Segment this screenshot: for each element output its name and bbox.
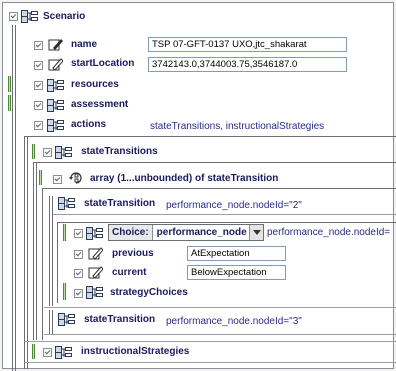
statetransitions-label: stateTransitions (81, 146, 158, 157)
pencil-icon (88, 247, 103, 260)
array-checkbox[interactable] (53, 175, 62, 184)
assessment-checkbox[interactable] (34, 101, 43, 110)
resources-label: resources (71, 79, 119, 90)
element-icon (86, 286, 103, 299)
scenario-label: Scenario (43, 11, 86, 22)
pencil-icon (48, 39, 63, 51)
element-icon (47, 99, 64, 112)
actions-description: stateTransitions, instructionalStrategie… (150, 121, 325, 132)
name-field[interactable]: TSP 07-GFT-0137 UXO,jtc_shakarat (148, 37, 347, 52)
previous-field[interactable]: AtExpectation (187, 246, 286, 261)
startlocation-field[interactable]: 3742143.0,3744003.75,3546187.0 (148, 57, 347, 72)
scenario-checkbox[interactable] (9, 12, 18, 21)
statetransition-1-label: stateTransition (84, 198, 156, 209)
pencil-icon (48, 58, 63, 71)
previous-label: previous (112, 248, 154, 259)
previous-checkbox[interactable] (74, 250, 83, 259)
element-icon (55, 146, 72, 159)
instructionalstrategies-label: instructionalStrategies (81, 346, 190, 357)
statetransition-2-label: stateTransition (84, 314, 156, 325)
name-checkbox[interactable] (34, 41, 43, 50)
current-label: current (112, 267, 147, 278)
assessment-label: assessment (71, 99, 129, 110)
expand-bar[interactable] (39, 170, 42, 185)
choice-checkbox[interactable] (74, 229, 83, 238)
expand-bar[interactable] (32, 344, 35, 359)
element-icon (86, 227, 103, 240)
statetransition-1-description: performance_node.nodeId="2" (166, 200, 302, 211)
element-icon (58, 313, 75, 326)
strategychoices-checkbox[interactable] (74, 289, 83, 298)
array-icon (69, 172, 82, 184)
element-icon (55, 346, 72, 359)
element-icon (47, 79, 64, 92)
current-checkbox[interactable] (74, 269, 83, 278)
resources-checkbox[interactable] (34, 81, 43, 90)
pencil-icon (88, 266, 103, 279)
choice-prefix: Choice: (109, 225, 153, 240)
instructionalstrategies-checkbox[interactable] (43, 348, 52, 357)
choice-description: performance_node.nodeId= (267, 227, 391, 238)
choice-dropdown[interactable]: Choice: performance_node (108, 224, 264, 241)
chevron-down-icon[interactable] (249, 225, 263, 240)
startlocation-label: startLocation (71, 58, 135, 69)
statetransition-2-description: performance_node.nodeId="3" (166, 316, 302, 327)
statetransitions-checkbox[interactable] (43, 148, 52, 157)
expand-bar[interactable] (63, 224, 66, 241)
expand-bar[interactable] (8, 76, 11, 92)
strategychoices-label: strategyChoices (110, 287, 188, 298)
element-icon (47, 119, 64, 132)
name-label: name (71, 39, 98, 50)
choice-selected: performance_node (152, 225, 249, 240)
startlocation-checkbox[interactable] (34, 61, 43, 70)
expand-bar[interactable] (63, 283, 66, 300)
expand-bar[interactable] (32, 144, 35, 159)
expand-bar[interactable] (8, 95, 11, 111)
element-icon (58, 197, 75, 210)
actions-label: actions (71, 119, 107, 130)
array-label: array (1...unbounded) of stateTransition (90, 173, 279, 184)
actions-checkbox[interactable] (34, 121, 43, 130)
element-icon (21, 10, 38, 23)
current-field[interactable]: BelowExpectation (187, 265, 286, 280)
